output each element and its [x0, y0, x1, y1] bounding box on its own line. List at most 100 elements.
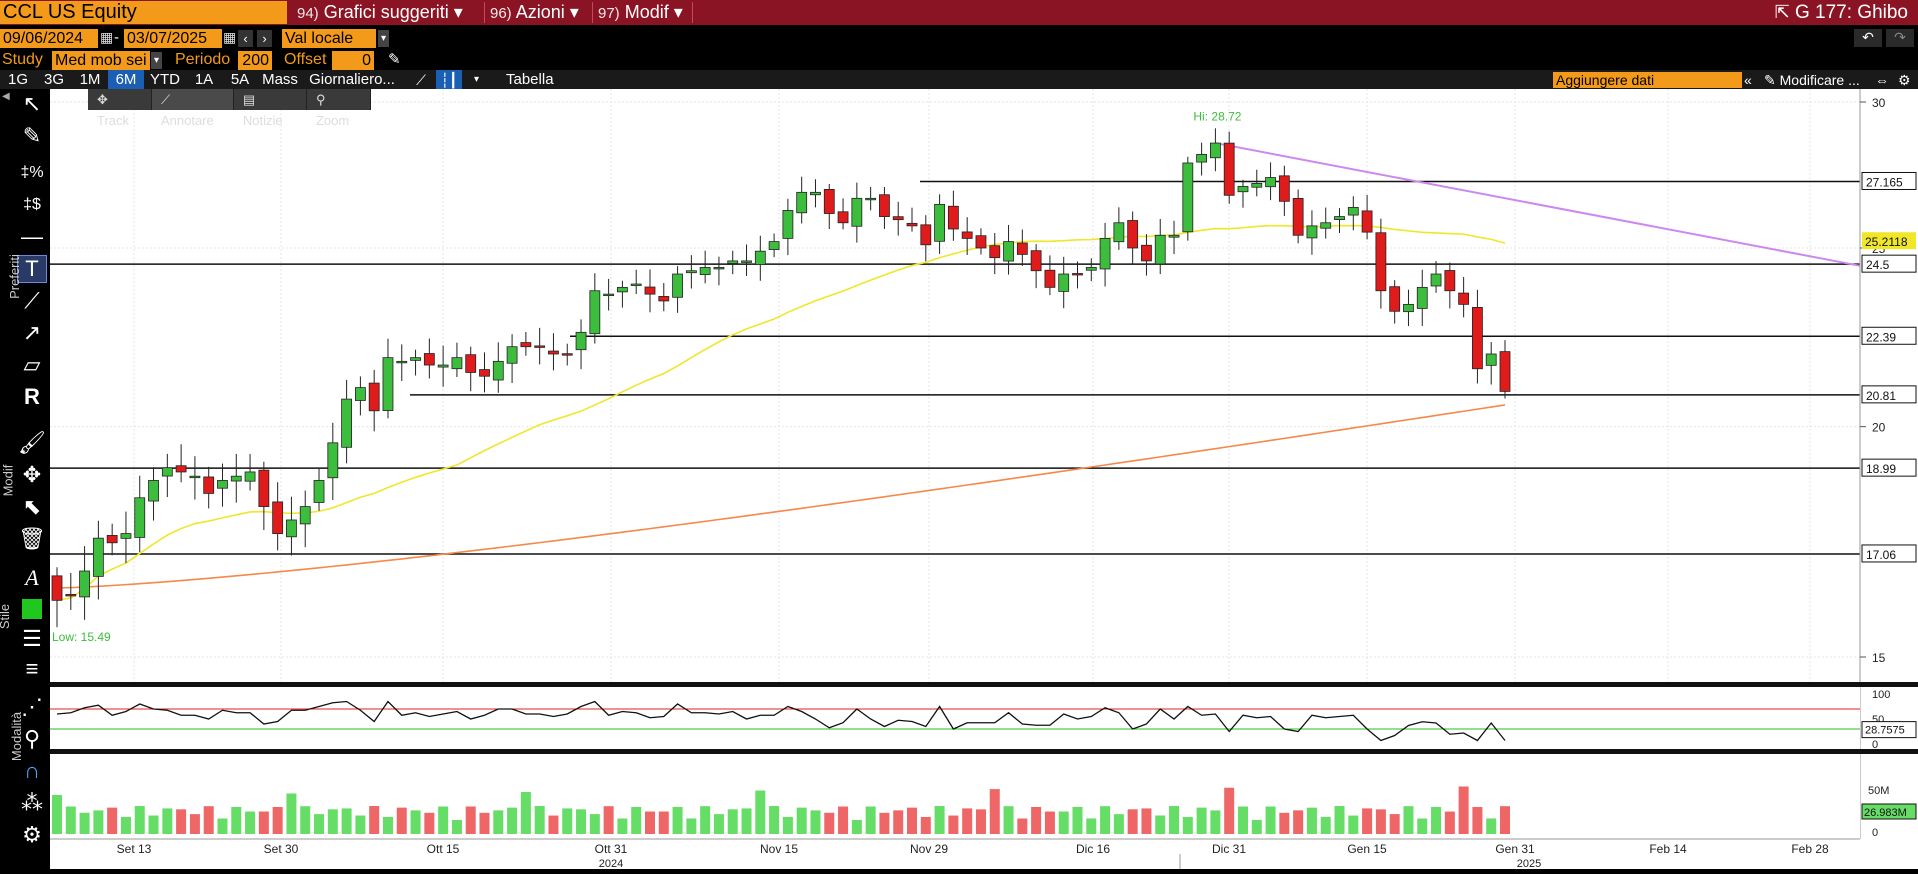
price-chart[interactable]: 15 2025 30 27.165 24.5 22.39 20.81 18.99 17.06 25…	[50, 89, 1918, 870]
candle-body	[244, 471, 256, 482]
line-width-icon[interactable]: ☰	[17, 625, 47, 653]
candle-body	[1168, 234, 1180, 238]
volume-bar	[741, 808, 752, 834]
graph-name[interactable]: ⇱ G 177: Ghibo	[1775, 0, 1908, 25]
level-tag-label: 20.81	[1866, 389, 1896, 403]
next-icon[interactable]: ›	[257, 30, 272, 47]
period-1g[interactable]: 1G	[0, 70, 36, 90]
panel-divider[interactable]	[50, 682, 1918, 687]
candle-body	[79, 570, 90, 598]
period-ytd[interactable]: YTD	[144, 70, 186, 90]
brush-icon[interactable]: 🖌	[17, 429, 47, 457]
chart-area[interactable]: 15 2025 30 27.165 24.5 22.39 20.81 18.99 17.06 25…	[50, 89, 1918, 870]
candle-body	[120, 533, 132, 539]
level-tag-label: 18.99	[1866, 462, 1896, 476]
period-input[interactable]: 200	[238, 51, 272, 70]
period-5a[interactable]: 5A	[222, 70, 258, 90]
time-tick-label: Ott 31	[595, 842, 628, 856]
double-chevron-icon[interactable]: «	[1744, 70, 1752, 90]
candlestick-icon[interactable]: ┆┃	[436, 70, 462, 90]
annotate-button[interactable]: ⟋ Annotare	[151, 89, 234, 128]
frequency-select[interactable]: Giornaliero...	[304, 70, 400, 90]
horizontal-line-icon[interactable]: —	[17, 223, 47, 251]
ray-icon[interactable]: ↗	[17, 319, 47, 347]
chevron-down-icon[interactable]: ▾	[378, 30, 389, 47]
modify-button[interactable]: ✎ Modificare ...	[1764, 70, 1860, 90]
pen-icon[interactable]: ✎	[17, 122, 47, 150]
add-data-input[interactable]: Aggiungere dati	[1553, 72, 1742, 88]
period-6m[interactable]: 6M	[108, 70, 144, 90]
menu-suggested-charts[interactable]: 94) Grafici suggeriti ▾	[297, 0, 463, 25]
expand-icon[interactable]: ⇔	[1875, 70, 1889, 90]
period-label: Periodo	[175, 51, 231, 68]
candle-body	[217, 480, 228, 489]
cursor-icon[interactable]: ↖	[17, 90, 47, 118]
year-label: 2025	[1517, 858, 1541, 869]
candle-body	[741, 260, 752, 263]
export-icon[interactable]: ⇱	[1775, 2, 1790, 22]
calendar-icon[interactable]: ▦	[100, 29, 113, 46]
gear-icon[interactable]: ⚙	[1898, 70, 1911, 90]
calendar-icon[interactable]: ▦	[223, 29, 236, 46]
dollar-tool-icon[interactable]: ‡$	[17, 191, 47, 219]
end-date-input[interactable]: 03/07/2025	[124, 29, 222, 48]
offset-input[interactable]: 0	[332, 51, 374, 70]
redo-icon[interactable]: ↷	[1886, 29, 1914, 47]
modalita-label: Modalità	[9, 711, 25, 762]
volume-bar	[189, 814, 200, 834]
study-select[interactable]: Med mob sei	[52, 51, 150, 70]
period-3g[interactable]: 3G	[36, 70, 72, 90]
menu-modify[interactable]: 97) Modif ▾	[598, 0, 683, 25]
trash-icon[interactable]: 🗑	[17, 525, 47, 553]
volume-bar	[1279, 812, 1290, 834]
price-tick-label: 15	[1872, 651, 1886, 665]
candle-body	[851, 197, 863, 227]
font-icon[interactable]: A	[17, 564, 47, 592]
zoom-button[interactable]: ⚲ Zoom	[307, 89, 371, 128]
volume-bar	[989, 789, 1000, 834]
candle-body	[437, 364, 449, 368]
currency-select[interactable]: Val locale	[282, 29, 376, 48]
volume-bar	[341, 808, 352, 834]
ticker-box[interactable]: CCL US Equity	[0, 1, 287, 24]
pencil-icon[interactable]: ✎	[388, 50, 401, 68]
volume-bar	[534, 806, 545, 834]
chevron-down-icon[interactable]: ▾	[474, 70, 479, 90]
swatch	[22, 599, 42, 619]
collapse-icon[interactable]: ◀	[2, 91, 10, 102]
candle-body	[1472, 307, 1483, 370]
candle-body	[823, 188, 835, 214]
channel-icon[interactable]: ▱	[17, 351, 47, 379]
magnet-icon[interactable]: ∩	[17, 757, 47, 785]
r-icon[interactable]: R	[17, 383, 47, 411]
time-tick-label: Dic 31	[1212, 842, 1246, 856]
color-swatch-icon[interactable]	[17, 595, 47, 623]
chevron-down-icon[interactable]: ▾	[151, 52, 162, 69]
undo-icon[interactable]: ↶	[1854, 29, 1882, 47]
period-max[interactable]: Mass	[258, 70, 302, 90]
table-button[interactable]: Tabella	[506, 70, 554, 90]
line-style-icon[interactable]: ≡	[17, 655, 47, 683]
panel-divider[interactable]	[50, 749, 1918, 754]
period-1m[interactable]: 1M	[72, 70, 108, 90]
volume-bar	[672, 807, 683, 834]
move-icon[interactable]: ✥	[17, 461, 47, 489]
line-chart-icon[interactable]: ⟋	[408, 70, 434, 90]
volume-bar	[631, 806, 642, 834]
track-button[interactable]: ✥ Track	[88, 89, 152, 128]
menu-actions[interactable]: 96) Azioni ▾	[490, 0, 579, 25]
prev-icon[interactable]: ‹	[238, 30, 253, 47]
candle-body	[630, 283, 642, 286]
start-date-input[interactable]: 09/06/2024	[0, 29, 98, 48]
percent-tool-icon[interactable]: ‡%	[17, 159, 47, 187]
news-button[interactable]: ▤ Notizie	[234, 89, 307, 128]
volume-bar	[1348, 815, 1359, 834]
select-icon[interactable]: ⬉	[17, 493, 47, 521]
candle-body	[520, 342, 532, 348]
volume-bar	[1100, 806, 1111, 834]
gear-icon[interactable]: ⚙	[17, 821, 47, 849]
candle-body	[423, 353, 435, 366]
palette-icon[interactable]: ⁂	[17, 789, 47, 817]
period-1a[interactable]: 1A	[186, 70, 222, 90]
time-tick-label: Set 30	[264, 842, 299, 856]
